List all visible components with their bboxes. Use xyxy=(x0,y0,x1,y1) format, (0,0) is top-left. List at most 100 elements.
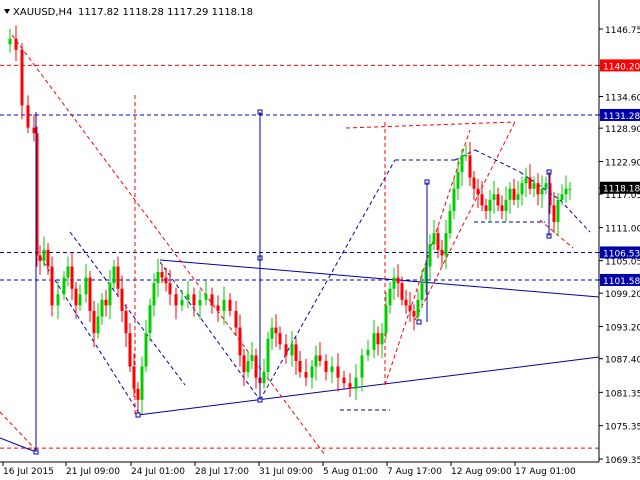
candle-body xyxy=(278,333,282,345)
candle-body xyxy=(228,299,232,311)
candle-body xyxy=(274,327,278,334)
candle-body xyxy=(128,333,132,367)
candle-body xyxy=(314,355,318,367)
candle-body xyxy=(20,49,24,106)
candle-body xyxy=(492,194,496,200)
time-tick-label: 21 Jul 09:00 xyxy=(66,467,120,477)
candle-body xyxy=(472,177,476,189)
candle-body xyxy=(484,205,488,211)
candle-body xyxy=(366,349,370,356)
candle-body xyxy=(284,344,288,356)
candle-body xyxy=(96,316,100,334)
candle-body xyxy=(360,355,364,378)
candle-body xyxy=(520,183,524,195)
candle-body xyxy=(290,344,294,356)
candle-body xyxy=(78,294,82,306)
price-tag-label: 1101.58 xyxy=(603,277,640,287)
price-tag-label: 1131.28 xyxy=(603,112,640,122)
candle-body xyxy=(408,305,412,311)
candle-body xyxy=(266,338,270,373)
candle-body xyxy=(556,199,560,223)
candle-body xyxy=(412,310,416,317)
price-tick-label: 1146.75 xyxy=(605,26,640,36)
time-tick-label: 5 Aug 01:00 xyxy=(323,467,378,477)
candle-body xyxy=(428,244,432,267)
candle-body xyxy=(336,366,340,378)
candle-body xyxy=(348,383,352,389)
candle-body xyxy=(564,188,568,195)
candle-body xyxy=(560,194,564,200)
time-tick-label: 16 Jul 2015 xyxy=(3,467,54,477)
candle-body xyxy=(88,277,92,311)
candle-body xyxy=(136,388,140,400)
candle-body xyxy=(464,155,468,157)
candle-body xyxy=(50,266,54,306)
candle-body xyxy=(372,333,376,350)
price-tag-label: 1118.18 xyxy=(603,185,640,195)
candle-body xyxy=(262,372,266,384)
time-tick-label: 31 Jul 09:00 xyxy=(259,467,313,477)
candle-body xyxy=(216,305,220,311)
candle-body xyxy=(460,155,464,173)
candle-body xyxy=(174,294,178,306)
candle-body xyxy=(448,210,452,234)
candle-body xyxy=(388,288,392,306)
price-tag-label: 1140.20 xyxy=(603,62,640,72)
candle-body xyxy=(186,294,190,300)
candle-body xyxy=(456,172,460,189)
candle-body xyxy=(84,277,88,295)
candle-body xyxy=(100,299,104,317)
candle-body xyxy=(104,299,108,306)
candle-body xyxy=(376,333,380,345)
price-tick-label: 1111.00 xyxy=(605,225,640,235)
candle-body xyxy=(304,372,308,378)
price-tick-label: 1069.35 xyxy=(605,456,640,466)
chart-header: XAUUSD,H4 1117.82 1118.28 1117.29 1118.1… xyxy=(4,7,253,18)
candle-body xyxy=(384,305,388,334)
candle-body xyxy=(148,305,152,334)
candle-body xyxy=(56,294,60,306)
candle-body xyxy=(318,355,322,361)
candle-body xyxy=(156,272,160,284)
candle-body xyxy=(416,299,420,317)
candle-body xyxy=(222,299,226,311)
candle-body xyxy=(528,177,532,189)
candle-body xyxy=(210,294,214,306)
candle-body xyxy=(270,327,274,339)
candle-body xyxy=(436,233,440,250)
candle-body xyxy=(404,299,408,306)
candle-body xyxy=(568,188,572,190)
ohlc-readout: 1117.82 1118.28 1117.29 1118.18 xyxy=(78,7,253,18)
candle-body xyxy=(432,233,436,245)
price-tick-label: 1075.35 xyxy=(605,423,640,433)
candle-body xyxy=(354,377,358,389)
candle-body xyxy=(246,360,250,373)
candle-body xyxy=(440,249,444,256)
candle-body xyxy=(140,366,144,400)
candle-body xyxy=(444,233,448,256)
candle-body xyxy=(250,355,254,361)
price-tick-label: 1093.20 xyxy=(605,324,640,334)
candle-body xyxy=(168,283,172,295)
candle-body xyxy=(452,188,456,211)
candle-body xyxy=(74,288,78,306)
price-tag-label: 1106.53 xyxy=(603,249,640,259)
candle-body xyxy=(70,266,74,289)
price-chart[interactable]: 1146.75 1140.20 1134.60 1131.28 1128.90 1122.… xyxy=(0,0,640,480)
candle-body xyxy=(234,310,238,328)
chart-background xyxy=(0,0,640,480)
candle-body xyxy=(32,127,36,134)
time-tick-label: 28 Jul 17:00 xyxy=(195,467,249,477)
candle-body xyxy=(204,294,208,300)
candle-body xyxy=(38,255,42,261)
candle-body xyxy=(532,183,536,189)
candle-body xyxy=(342,377,346,384)
candle-body xyxy=(420,283,424,300)
candle-body xyxy=(400,283,404,300)
candle-body xyxy=(294,344,298,361)
candle-body xyxy=(62,277,66,295)
price-tick-label: 1087.40 xyxy=(605,356,640,366)
candle-body xyxy=(164,277,168,284)
candle-body xyxy=(180,299,184,306)
candle-body xyxy=(112,266,116,284)
